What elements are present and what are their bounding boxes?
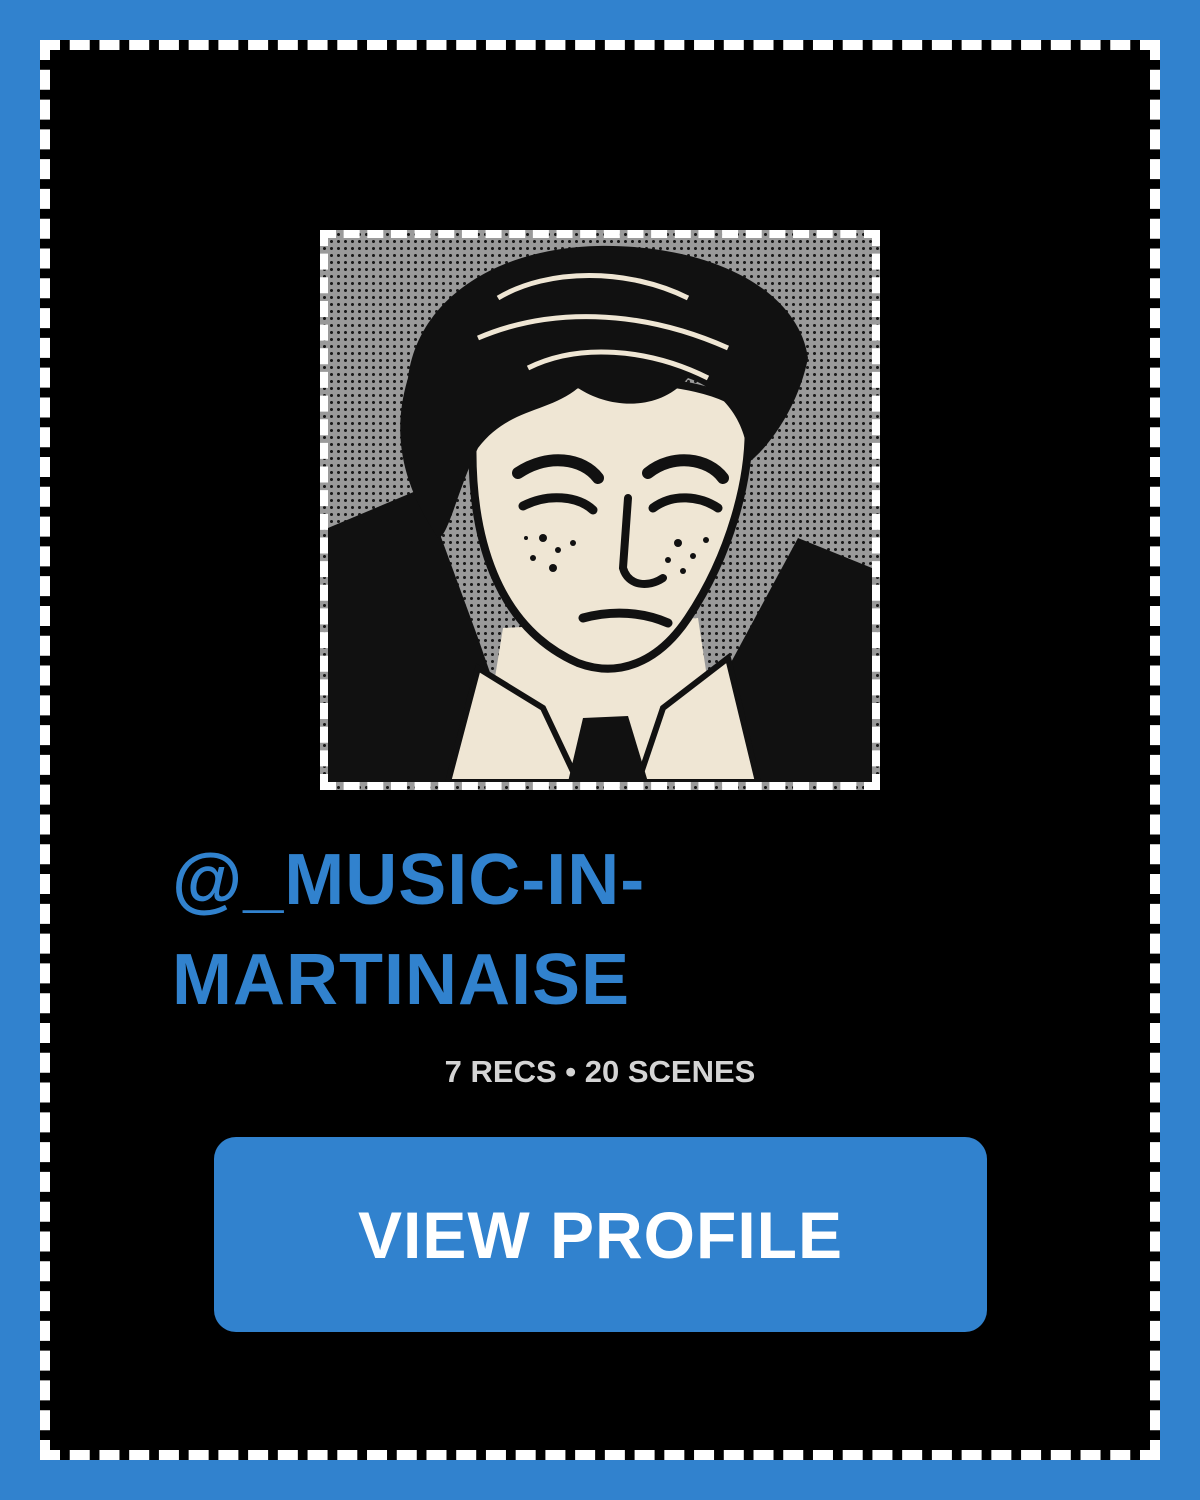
profile-card: @_MUSIC-IN-MARTINAISE 7 RECS • 20 SCENES… xyxy=(40,40,1160,1460)
avatar xyxy=(320,230,880,790)
portrait-illustration-icon xyxy=(328,245,872,782)
view-profile-button[interactable]: VIEW PROFILE xyxy=(214,1137,987,1332)
profile-stats: 7 RECS • 20 SCENES xyxy=(444,1054,756,1089)
username: @_MUSIC-IN-MARTINAISE xyxy=(172,840,646,1020)
